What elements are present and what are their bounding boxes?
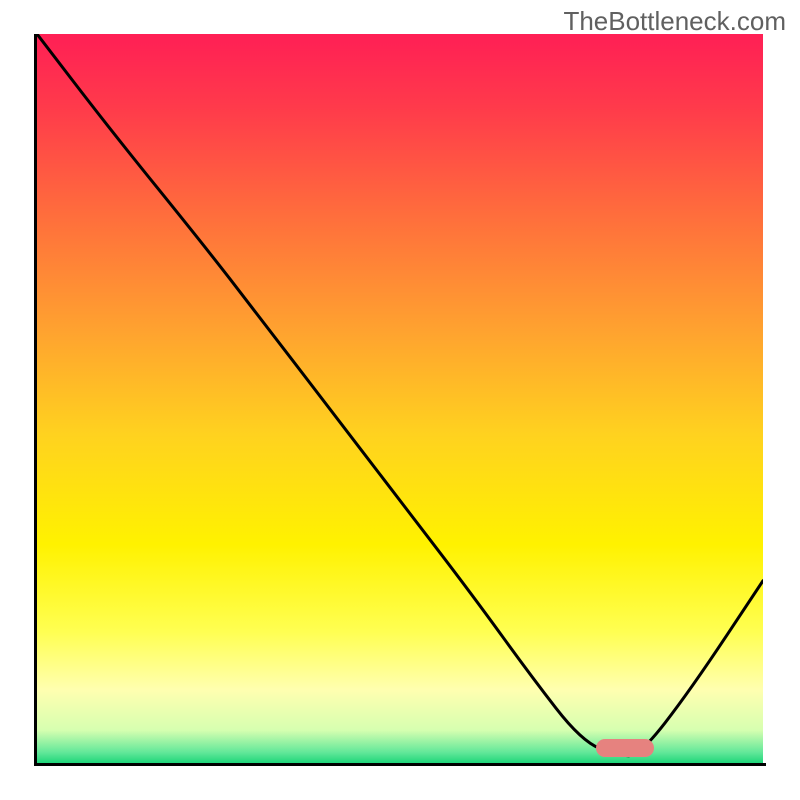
chart-container: TheBottleneck.com: [0, 0, 800, 800]
axes-frame: [34, 34, 766, 766]
watermark-text: TheBottleneck.com: [563, 6, 786, 37]
